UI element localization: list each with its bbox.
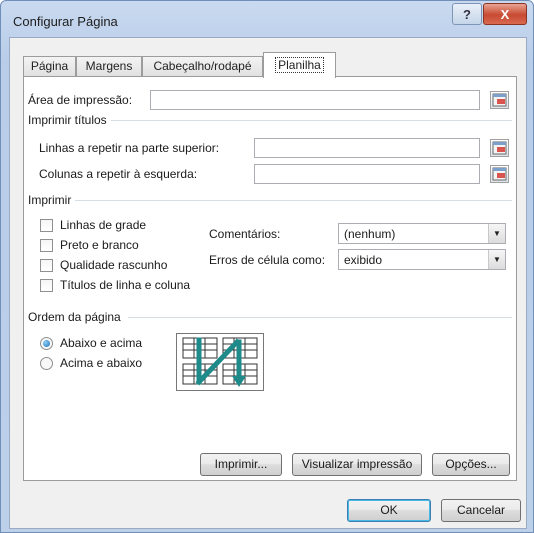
tab-planilha[interactable]: Planilha: [263, 52, 336, 78]
print-area-picker[interactable]: [490, 91, 509, 109]
rows-to-repeat-input[interactable]: [254, 138, 480, 158]
cell-errors-label: Erros de célula como:: [209, 253, 326, 267]
gridlines-checkbox[interactable]: [40, 219, 53, 232]
over-then-down-radio[interactable]: [40, 357, 53, 370]
page-order-divider: [128, 317, 512, 318]
options-button[interactable]: Opções...: [432, 453, 510, 476]
help-button[interactable]: ?: [452, 3, 482, 25]
print-titles-divider: [110, 120, 512, 121]
draft-quality-checkbox[interactable]: [40, 259, 53, 272]
cols-to-repeat-input[interactable]: [254, 164, 480, 184]
ok-button[interactable]: OK: [347, 499, 431, 522]
dialog-body: Página Margens Cabeçalho/rodapé Planilha…: [9, 37, 527, 529]
rows-to-repeat-label: Linhas a repetir na parte superior:: [39, 141, 220, 155]
range-picker-icon: [492, 167, 507, 181]
tab-pagina[interactable]: Página: [23, 56, 76, 77]
page-order-icon: [182, 337, 258, 387]
comments-select[interactable]: (nenhum) ▼: [338, 223, 506, 244]
tab-panel-planilha: Área de impressão: Imprimir títulos Linh…: [23, 76, 517, 481]
page-order-group-label: Ordem da página: [28, 310, 125, 324]
close-icon: X: [500, 6, 510, 22]
print-titles-group-label: Imprimir títulos: [28, 113, 111, 127]
down-then-over-label[interactable]: Abaixo e acima: [60, 336, 142, 350]
row-col-headings-label[interactable]: Títulos de linha e coluna: [60, 278, 190, 292]
dropdown-arrow-icon: ▼: [488, 224, 505, 243]
cell-errors-value: exibido: [344, 253, 383, 267]
black-white-checkbox[interactable]: [40, 239, 53, 252]
cancel-button[interactable]: Cancelar: [441, 499, 521, 522]
down-then-over-radio[interactable]: [40, 337, 53, 350]
tab-planilha-label: Planilha: [275, 57, 324, 73]
close-button[interactable]: X: [483, 3, 527, 25]
print-divider: [74, 200, 512, 201]
draft-quality-label[interactable]: Qualidade rascunho: [60, 258, 167, 272]
cell-errors-select[interactable]: exibido ▼: [338, 249, 506, 270]
row-col-headings-checkbox[interactable]: [40, 279, 53, 292]
cols-to-repeat-label: Colunas a repetir à esquerda:: [39, 167, 198, 181]
dropdown-arrow-icon: ▼: [488, 250, 505, 269]
print-area-label: Área de impressão:: [28, 93, 133, 107]
range-picker-icon: [492, 141, 507, 155]
print-preview-button[interactable]: Visualizar impressão: [292, 453, 422, 476]
page-order-preview: [176, 333, 264, 391]
title-bar: Configurar Página ? X: [1, 1, 533, 37]
tab-cabecalho-rodape[interactable]: Cabeçalho/rodapé: [142, 56, 263, 77]
cols-to-repeat-picker[interactable]: [490, 165, 509, 183]
gridlines-label[interactable]: Linhas de grade: [60, 218, 146, 232]
comments-value: (nenhum): [344, 227, 396, 241]
dialog-title: Configurar Página: [13, 14, 118, 29]
black-white-label[interactable]: Preto e branco: [60, 238, 139, 252]
print-button[interactable]: Imprimir...: [200, 453, 282, 476]
print-area-input[interactable]: [150, 90, 480, 110]
rows-to-repeat-picker[interactable]: [490, 139, 509, 157]
tab-margens[interactable]: Margens: [76, 56, 142, 77]
range-picker-icon: [492, 93, 507, 107]
print-group-label: Imprimir: [28, 193, 76, 207]
over-then-down-label[interactable]: Acima e abaixo: [60, 356, 142, 370]
page-setup-dialog: Configurar Página ? X Página Margens Cab…: [0, 0, 534, 533]
comments-label: Comentários:: [209, 227, 281, 241]
help-icon: ?: [463, 6, 471, 22]
